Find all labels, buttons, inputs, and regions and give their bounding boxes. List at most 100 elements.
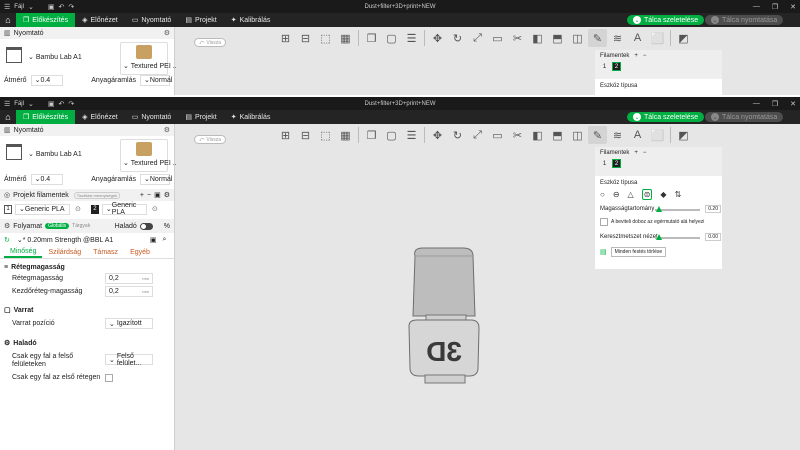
advanced-toggle[interactable] [139,222,153,230]
tab-others[interactable]: Egyéb [124,246,156,258]
orient-icon[interactable]: ⬚ [316,29,335,47]
search-icon[interactable]: ⌕ [163,236,167,244]
printer-select[interactable]: ⌄ Bambu Lab A1 [28,53,82,61]
circle-brush-icon[interactable]: ○ [600,190,605,199]
seam-position-select[interactable]: ⌄ Igazított [105,318,153,329]
save-icon[interactable]: ▣ [48,100,55,108]
tab-quality[interactable]: Minőség [4,246,43,258]
plate-select[interactable]: ⌄ Textured PEI ... [120,42,179,75]
tab-prepare[interactable]: ❒ Előkészítés [16,110,76,124]
nozzle-select[interactable]: ⌄ 0.4 [30,173,64,185]
measure-icon[interactable]: ⬜ [648,126,667,144]
close-icon[interactable]: ✕ [790,3,796,11]
file-menu[interactable]: ☰ Fájl ⌄ ▣ ↶ ↷ [0,100,74,108]
3d-canvas[interactable]: ⤺ Vissza ⊞ ⊟ ⬚ ▦ ❐ ▢ ☰ ✥ ↻ ⤢ ▭ ✂ ◧ ⬒ ◫ ✎ … [176,27,800,96]
save-profile-icon[interactable]: ▣ [150,236,157,244]
move-icon[interactable]: ✥ [428,29,447,47]
mesh-boolean-icon[interactable]: ◧ [528,29,547,47]
undo-icon[interactable]: ↶ [58,100,64,108]
fill-icon[interactable]: ◆ [660,190,666,199]
filament-index-2[interactable]: 2 [90,204,99,214]
support-paint-icon[interactable]: ⬒ [548,29,567,47]
printer-select[interactable]: ⌄ Bambu Lab A1 [28,150,82,158]
filament-chip-2[interactable]: 2 [612,159,621,168]
close-icon[interactable]: ✕ [790,100,796,108]
file-menu[interactable]: ☰ Fájl ⌄ ▣ ↶ ↷ [0,3,74,11]
tab-preview[interactable]: ◈ Előnézet [75,110,125,124]
print-button[interactable]: ⌄ Tálca nyomtatása [705,112,784,122]
restore-icon[interactable]: ❐ [772,3,778,11]
text-icon[interactable]: A [628,29,647,47]
cut-icon[interactable]: ✂ [508,29,527,47]
tab-support[interactable]: Támasz [87,246,124,258]
home-icon[interactable]: ⌂ [0,110,16,124]
remove-filament-icon[interactable]: − [147,192,151,199]
add-icon[interactable]: + [634,150,638,156]
edit-filament-icon[interactable]: ⊙ [152,205,158,213]
add-object-icon[interactable]: ⊞ [276,126,295,144]
object-toggle[interactable]: Tárgyak [72,223,90,229]
slider-knob[interactable] [656,206,662,212]
add-icon[interactable]: + [634,53,638,59]
copy-icon[interactable]: ❐ [362,29,381,47]
mesh-boolean-icon[interactable]: ◧ [528,126,547,144]
filament-select-1[interactable]: ⌄ Generic PLA [15,203,70,215]
tab-calibration[interactable]: ✦ Kalibrálás [224,13,278,27]
back-button[interactable]: ⤺ Vissza [194,38,226,47]
remove-icon[interactable]: − [643,53,647,59]
sphere-brush-icon[interactable]: ⊖ [613,190,620,199]
percent-icon[interactable]: % [164,223,170,230]
list-icon[interactable]: ☰ [402,29,421,47]
seam-paint-icon[interactable]: ◫ [568,29,587,47]
lay-flat-icon[interactable]: ▭ [488,126,507,144]
remove-icon[interactable]: − [643,150,647,156]
3d-canvas[interactable]: ⤺ Vissza ⊞ ⊟ ⬚ ▦ ❐ ▢ ☰ ✥ ↻ ⤢ ▭ ✂ ◧ ⬒ ◫ ✎ … [176,124,800,450]
print-button[interactable]: ⌄ Tálca nyomtatása [705,15,784,25]
add-plate-icon[interactable]: ⊟ [296,29,315,47]
filament-select-2[interactable]: ⌄ Generic PLA [101,202,147,216]
flow-select[interactable]: ⌄ Normál [140,173,172,185]
clear-all-painting-button[interactable]: Minden festés törlése [610,247,667,257]
gap-fill-icon[interactable]: ⇅ [675,190,682,199]
rotate-icon[interactable]: ↻ [448,29,467,47]
keyboard-icon[interactable]: ▤ [600,248,607,256]
paste-icon[interactable]: ▢ [382,126,401,144]
color-paint-icon[interactable]: ✎ [588,126,607,144]
slice-button[interactable]: ⌄ Tálca szeletelése [627,112,705,122]
move-icon[interactable]: ✥ [428,126,447,144]
filament-manager-icon[interactable]: ▣ [154,191,161,199]
cut-icon[interactable]: ✂ [508,126,527,144]
paste-icon[interactable]: ▢ [382,29,401,47]
back-button[interactable]: ⤺ Vissza [194,135,226,144]
undo-icon[interactable]: ↶ [58,3,64,11]
layer-height-input[interactable]: 0,2 mm [105,273,153,284]
copy-icon[interactable]: ❐ [362,126,381,144]
tab-prepare[interactable]: ❒ Előkészítés [16,13,76,27]
tab-strength[interactable]: Szilárdság [42,246,87,258]
orient-icon[interactable]: ⬚ [316,126,335,144]
save-icon[interactable]: ▣ [48,3,55,11]
support-paint-icon[interactable]: ⬒ [548,126,567,144]
plate-select[interactable]: ⌄ Textured PEI ... [120,139,179,172]
home-icon[interactable]: ⌂ [0,13,16,27]
cursor-input-checkbox[interactable] [600,218,608,226]
measure-icon[interactable]: ⬜ [648,29,667,47]
nozzle-select[interactable]: ⌄ 0.4 [30,74,64,86]
redo-icon[interactable]: ↷ [68,3,74,11]
color-paint-icon[interactable]: ✎ [588,29,607,47]
height-range-icon[interactable]: ⊜ [641,188,653,200]
redo-icon[interactable]: ↷ [68,100,74,108]
one-wall-first-checkbox[interactable] [105,374,113,382]
tab-printer[interactable]: ▭ Nyomtató [125,110,179,124]
gear-icon[interactable]: ⚙ [164,191,170,199]
rotate-icon[interactable]: ↻ [448,126,467,144]
seam-paint-icon[interactable]: ◫ [568,126,587,144]
minimize-icon[interactable]: — [753,3,760,10]
scale-icon[interactable]: ⤢ [468,29,487,47]
cross-section-input[interactable]: 0.00 [705,233,721,241]
fuzzy-skin-icon[interactable]: ≋ [608,29,627,47]
flush-volumes-button[interactable]: Tisztítási mennyiségek [73,191,121,199]
tab-project[interactable]: ▤ Projekt [178,13,223,27]
add-filament-icon[interactable]: + [140,192,144,199]
add-plate-icon[interactable]: ⊟ [296,126,315,144]
